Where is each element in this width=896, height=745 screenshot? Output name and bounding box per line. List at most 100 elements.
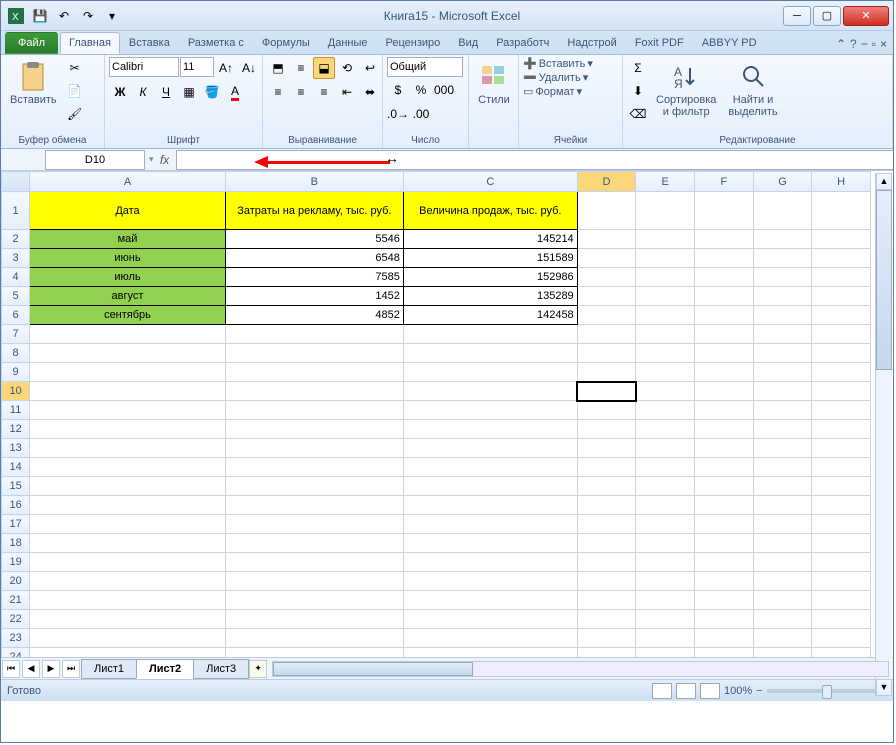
cell-C10[interactable] xyxy=(403,382,577,401)
sheet-nav-last-icon[interactable]: ⏭ xyxy=(62,660,80,678)
cell-D20[interactable] xyxy=(577,572,636,591)
cell-B19[interactable] xyxy=(225,553,403,572)
cell-A13[interactable] xyxy=(30,439,226,458)
insert-cells-button[interactable]: ➕Вставить ▾ xyxy=(523,57,593,70)
row-header[interactable]: 19 xyxy=(2,553,30,572)
row-header[interactable]: 7 xyxy=(2,325,30,344)
row-header[interactable]: 16 xyxy=(2,496,30,515)
cell-G13[interactable] xyxy=(753,439,812,458)
cell-C6[interactable]: 142458 xyxy=(403,306,577,325)
cell-H3[interactable] xyxy=(812,249,871,268)
cell-H24[interactable] xyxy=(812,648,871,658)
cell-C3[interactable]: 151589 xyxy=(403,249,577,268)
view-pagebreak-icon[interactable] xyxy=(700,683,720,699)
cell-F9[interactable] xyxy=(695,363,754,382)
merge-icon[interactable]: ⬌ xyxy=(359,81,381,103)
cell-G5[interactable] xyxy=(753,287,812,306)
cell-A23[interactable] xyxy=(30,629,226,648)
tab-review[interactable]: Рецензиро xyxy=(377,32,450,54)
border-icon[interactable]: ▦ xyxy=(178,81,200,103)
format-painter-icon[interactable]: 🖌 xyxy=(64,103,86,125)
cell-G22[interactable] xyxy=(753,610,812,629)
tab-insert[interactable]: Вставка xyxy=(120,32,179,54)
cell-G3[interactable] xyxy=(753,249,812,268)
view-layout-icon[interactable] xyxy=(676,683,696,699)
cell-F24[interactable] xyxy=(695,648,754,658)
cell-A1[interactable]: Дата xyxy=(30,192,226,230)
cell-F16[interactable] xyxy=(695,496,754,515)
new-sheet-icon[interactable]: ✦ xyxy=(249,660,267,678)
undo-icon[interactable]: ↶ xyxy=(53,5,75,27)
cell-G2[interactable] xyxy=(753,230,812,249)
cell-E3[interactable] xyxy=(636,249,695,268)
cell-C7[interactable] xyxy=(403,325,577,344)
cell-D16[interactable] xyxy=(577,496,636,515)
cell-A18[interactable] xyxy=(30,534,226,553)
sort-filter-button[interactable]: AЯ Сортировка и фильтр xyxy=(651,57,721,121)
cell-B10[interactable] xyxy=(225,382,403,401)
cell-E10[interactable] xyxy=(636,382,695,401)
cell-F5[interactable] xyxy=(695,287,754,306)
fill-color-icon[interactable]: 🪣 xyxy=(201,81,223,103)
zoom-out-icon[interactable]: − xyxy=(756,685,762,697)
cell-F6[interactable] xyxy=(695,306,754,325)
row-header[interactable]: 9 xyxy=(2,363,30,382)
cell-F1[interactable] xyxy=(695,192,754,230)
row-header[interactable]: 4 xyxy=(2,268,30,287)
row-header[interactable]: 15 xyxy=(2,477,30,496)
cell-D11[interactable] xyxy=(577,401,636,420)
cell-H22[interactable] xyxy=(812,610,871,629)
zoom-slider[interactable] xyxy=(767,689,877,693)
cell-B3[interactable]: 6548 xyxy=(225,249,403,268)
cell-H7[interactable] xyxy=(812,325,871,344)
tab-formulas[interactable]: Формулы xyxy=(253,32,319,54)
fill-icon[interactable]: ⬇ xyxy=(627,80,649,102)
cell-C8[interactable] xyxy=(403,344,577,363)
cell-C4[interactable]: 152986 xyxy=(403,268,577,287)
cell-F23[interactable] xyxy=(695,629,754,648)
tab-data[interactable]: Данные xyxy=(319,32,377,54)
cell-B13[interactable] xyxy=(225,439,403,458)
cell-A20[interactable] xyxy=(30,572,226,591)
cell-A7[interactable] xyxy=(30,325,226,344)
row-header[interactable]: 18 xyxy=(2,534,30,553)
cell-H21[interactable] xyxy=(812,591,871,610)
cell-C24[interactable] xyxy=(403,648,577,658)
sheet-nav-first-icon[interactable]: ⏮ xyxy=(2,660,20,678)
cell-E14[interactable] xyxy=(636,458,695,477)
cell-F22[interactable] xyxy=(695,610,754,629)
row-header[interactable]: 12 xyxy=(2,420,30,439)
cell-F7[interactable] xyxy=(695,325,754,344)
col-header-F[interactable]: F xyxy=(695,172,754,192)
cell-C2[interactable]: 145214 xyxy=(403,230,577,249)
cell-E6[interactable] xyxy=(636,306,695,325)
qat-more-icon[interactable]: ▾ xyxy=(101,5,123,27)
cell-E17[interactable] xyxy=(636,515,695,534)
cell-D22[interactable] xyxy=(577,610,636,629)
tab-developer[interactable]: Разработч xyxy=(487,32,558,54)
cell-F14[interactable] xyxy=(695,458,754,477)
scroll-up-icon[interactable]: ▲ xyxy=(876,173,892,190)
help-icon[interactable]: ? xyxy=(850,37,857,51)
cell-D3[interactable] xyxy=(577,249,636,268)
cell-G11[interactable] xyxy=(753,401,812,420)
cell-C17[interactable] xyxy=(403,515,577,534)
cell-A6[interactable]: сентябрь xyxy=(30,306,226,325)
cell-C16[interactable] xyxy=(403,496,577,515)
cell-E15[interactable] xyxy=(636,477,695,496)
cell-C13[interactable] xyxy=(403,439,577,458)
sheet-tab[interactable]: Лист1 xyxy=(81,659,137,679)
cell-G7[interactable] xyxy=(753,325,812,344)
cell-C21[interactable] xyxy=(403,591,577,610)
cut-icon[interactable]: ✂ xyxy=(64,57,86,79)
scroll-thumb[interactable] xyxy=(876,190,892,370)
find-select-button[interactable]: Найти и выделить xyxy=(723,57,782,121)
cell-G19[interactable] xyxy=(753,553,812,572)
cell-G14[interactable] xyxy=(753,458,812,477)
cell-A21[interactable] xyxy=(30,591,226,610)
cell-D23[interactable] xyxy=(577,629,636,648)
cell-A15[interactable] xyxy=(30,477,226,496)
cell-A22[interactable] xyxy=(30,610,226,629)
cell-E2[interactable] xyxy=(636,230,695,249)
cell-H13[interactable] xyxy=(812,439,871,458)
